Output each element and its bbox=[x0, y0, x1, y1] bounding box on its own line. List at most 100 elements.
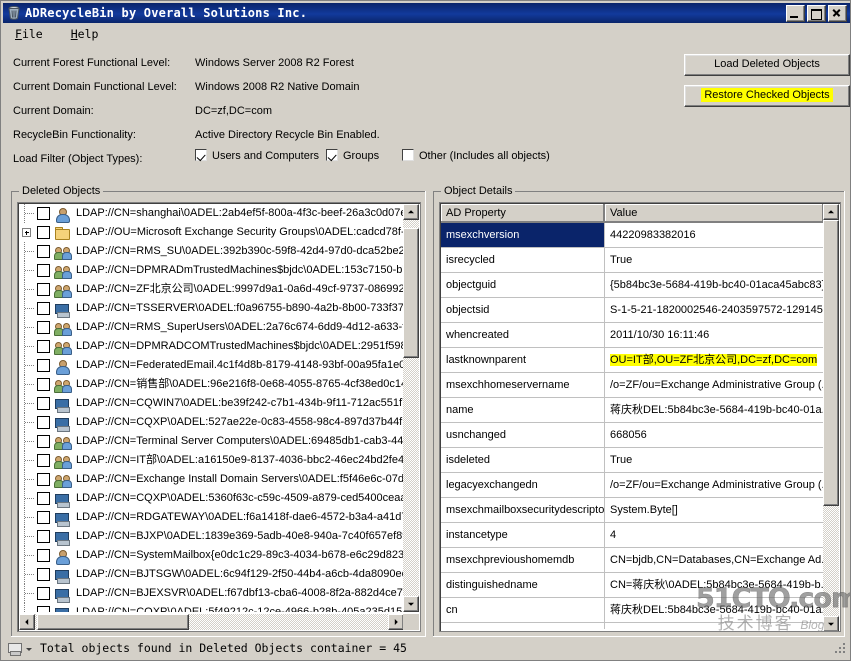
deleted-object-row[interactable]: LDAP://OU=Microsoft Exchange Security Gr… bbox=[19, 223, 404, 242]
details-scroll-up-button[interactable] bbox=[823, 204, 839, 220]
deleted-object-checkbox[interactable] bbox=[37, 530, 50, 543]
expand-toggle-icon[interactable] bbox=[21, 223, 37, 242]
deleted-object-row[interactable]: LDAP://CN=RMS_SuperUsers\0ADEL:2a76c674-… bbox=[19, 318, 404, 337]
object-detail-row[interactable]: msexchprevioushomemdb CN=bjdb,CN=Database… bbox=[441, 548, 824, 573]
deleted-object-row[interactable]: LDAP://CN=BJEXSVR\0ADEL:f67dbf13-cba6-40… bbox=[19, 584, 404, 603]
group-icon bbox=[54, 453, 72, 469]
deleted-objects-hscrollbar[interactable] bbox=[19, 614, 404, 630]
hscroll-thumb[interactable] bbox=[37, 614, 189, 630]
object-detail-row[interactable]: objectguid {5b84bc3e-5684-419b-bc40-01aca… bbox=[441, 273, 824, 298]
vscroll-thumb[interactable] bbox=[403, 228, 419, 358]
scroll-left-button[interactable] bbox=[19, 614, 35, 630]
deleted-object-path: LDAP://CN=Terminal Server Computers\0ADE… bbox=[76, 435, 404, 447]
object-details-grid[interactable]: AD Property Value msexchversion 442209833… bbox=[439, 202, 841, 632]
deleted-object-row[interactable]: LDAP://CN=DPMRADCOMTrustedMachines$bjdc\… bbox=[19, 337, 404, 356]
deleted-object-row[interactable]: LDAP://CN=CQXP\0ADEL:5f49212c-12ce-4966-… bbox=[19, 603, 404, 612]
deleted-object-checkbox[interactable] bbox=[37, 264, 50, 277]
scroll-right-button[interactable] bbox=[388, 614, 404, 630]
deleted-object-checkbox[interactable] bbox=[37, 568, 50, 581]
deleted-object-checkbox[interactable] bbox=[37, 283, 50, 296]
object-detail-row[interactable]: msexchmailboxsecuritydescriptor System.By… bbox=[441, 498, 824, 523]
deleted-object-row[interactable]: LDAP://CN=CQXP\0ADEL:5360f63c-c59c-4509-… bbox=[19, 489, 404, 508]
deleted-object-row[interactable]: LDAP://CN=shanghai\0ADEL:2ab4ef5f-800a-4… bbox=[19, 204, 404, 223]
current-domain-label: Current Domain: bbox=[13, 105, 94, 117]
checkbox-other[interactable] bbox=[402, 149, 414, 161]
object-detail-row[interactable]: msexchhomeservername/o=ZF/ou=Exchange Ad… bbox=[441, 373, 824, 398]
deleted-object-checkbox[interactable] bbox=[37, 321, 50, 334]
deleted-object-checkbox[interactable] bbox=[37, 207, 50, 220]
deleted-object-row[interactable]: LDAP://CN=RDGATEWAY\0ADEL:f6a1418f-dae6-… bbox=[19, 508, 404, 527]
deleted-object-row[interactable]: LDAP://CN=Terminal Server Computers\0ADE… bbox=[19, 432, 404, 451]
minimize-button[interactable] bbox=[786, 4, 805, 22]
filter-groups[interactable]: Groups bbox=[326, 149, 379, 165]
deleted-object-checkbox[interactable] bbox=[37, 492, 50, 505]
object-detail-row[interactable]: whencreated 2011/10/30 16:11:46 bbox=[441, 323, 824, 348]
deleted-object-checkbox[interactable] bbox=[37, 245, 50, 258]
filter-other[interactable]: Other (Includes all objects) bbox=[402, 149, 550, 165]
close-button[interactable] bbox=[828, 4, 847, 22]
deleted-object-row[interactable]: LDAP://CN=Exchange Install Domain Server… bbox=[19, 470, 404, 489]
object-detail-row[interactable]: usnchanged 668056 bbox=[441, 423, 824, 448]
maximize-button[interactable] bbox=[807, 4, 826, 22]
deleted-object-row[interactable]: LDAP://CN=CQXP\0ADEL:527ae22e-0c83-4558-… bbox=[19, 413, 404, 432]
filter-users-computers[interactable]: Users and Computers bbox=[195, 149, 319, 165]
object-detail-row[interactable]: cn 蒋庆秋DEL:5b84bc3e-5684-419b-bc40-01a... bbox=[441, 598, 824, 623]
forest-level-label: Current Forest Functional Level: bbox=[13, 57, 171, 69]
deleted-object-checkbox[interactable] bbox=[37, 416, 50, 429]
object-detail-row[interactable]: name 蒋庆秋DEL:5b84bc3e-5684-419b-bc40-01a..… bbox=[441, 398, 824, 423]
resize-grip[interactable] bbox=[835, 643, 847, 655]
checkbox-groups[interactable] bbox=[326, 149, 338, 161]
deleted-object-row[interactable]: LDAP://CN=BJTSGW\0ADEL:6c94f129-2f50-44b… bbox=[19, 565, 404, 584]
deleted-object-checkbox[interactable] bbox=[37, 549, 50, 562]
chevron-down-icon[interactable] bbox=[26, 648, 32, 651]
deleted-object-row[interactable]: LDAP://CN=BJXP\0ADEL:1839e369-5adb-40e8-… bbox=[19, 527, 404, 546]
deleted-objects-vscrollbar[interactable] bbox=[403, 204, 419, 612]
deleted-object-row[interactable]: LDAP://CN=FederatedEmail.4c1f4d8b-8179-4… bbox=[19, 356, 404, 375]
deleted-objects-viewport: LDAP://CN=shanghai\0ADEL:2ab4ef5f-800a-4… bbox=[19, 204, 404, 612]
deleted-object-row[interactable]: LDAP://CN=TSSERVER\0ADEL:f0a96755-b890-4… bbox=[19, 299, 404, 318]
load-deleted-objects-button[interactable]: Load Deleted Objects bbox=[684, 54, 850, 76]
deleted-object-checkbox[interactable] bbox=[37, 454, 50, 467]
deleted-objects-list[interactable]: LDAP://CN=shanghai\0ADEL:2ab4ef5f-800a-4… bbox=[17, 202, 421, 632]
deleted-object-checkbox[interactable] bbox=[37, 359, 50, 372]
scroll-down-button[interactable] bbox=[403, 596, 419, 612]
deleted-object-checkbox[interactable] bbox=[37, 587, 50, 600]
object-detail-row[interactable]: legacyexchangedn/o=ZF/ou=Exchange Admini… bbox=[441, 473, 824, 498]
details-scroll-down-button[interactable] bbox=[823, 616, 839, 631]
application-window: ADRecycleBin by Overall Solutions Inc. F… bbox=[0, 0, 851, 661]
object-detail-row[interactable]: isdeleted True bbox=[441, 448, 824, 473]
deleted-object-checkbox[interactable] bbox=[37, 606, 50, 612]
deleted-object-checkbox[interactable] bbox=[37, 473, 50, 486]
deleted-object-checkbox[interactable] bbox=[37, 378, 50, 391]
object-detail-row[interactable]: lastknownparent OU=IT部,OU=ZF北京公司,DC=zf,DC… bbox=[441, 348, 824, 373]
deleted-object-row[interactable]: LDAP://CN=RMS_SU\0ADEL:392b390c-59f8-42d… bbox=[19, 242, 404, 261]
object-detail-row[interactable]: isrecycled True bbox=[441, 248, 824, 273]
column-header-property[interactable]: AD Property bbox=[441, 204, 605, 223]
deleted-object-checkbox[interactable] bbox=[37, 435, 50, 448]
details-vscroll-thumb[interactable] bbox=[823, 220, 839, 506]
deleted-object-row[interactable]: LDAP://CN=IT部\0ADEL:a16150e9-8137-4036-b… bbox=[19, 451, 404, 470]
deleted-object-checkbox[interactable] bbox=[37, 397, 50, 410]
deleted-object-row[interactable]: LDAP://CN=DPMRADmTrustedMachines$bjdc\0A… bbox=[19, 261, 404, 280]
column-header-value[interactable]: Value bbox=[605, 204, 824, 223]
object-detail-row[interactable]: proxyaddressesSMTP:jqq@zf.com bbox=[441, 623, 824, 629]
object-detail-row[interactable]: objectsid S-1-5-21-1820002546-2403597572-… bbox=[441, 298, 824, 323]
deleted-object-checkbox[interactable] bbox=[37, 226, 50, 239]
deleted-object-row[interactable]: LDAP://CN=销售部\0ADEL:96e216f8-0e68-4055-8… bbox=[19, 375, 404, 394]
object-detail-row[interactable]: distinguishedname CN=蒋庆秋\0ADEL:5b84bc3e-5… bbox=[441, 573, 824, 598]
deleted-object-row[interactable]: LDAP://CN=SystemMailbox{e0dc1c29-89c3-40… bbox=[19, 546, 404, 565]
deleted-object-row[interactable]: LDAP://CN=CQWIN7\0ADEL:be39f242-c7b1-434… bbox=[19, 394, 404, 413]
deleted-object-checkbox[interactable] bbox=[37, 302, 50, 315]
deleted-object-checkbox[interactable] bbox=[37, 340, 50, 353]
scroll-up-button[interactable] bbox=[403, 204, 419, 220]
object-detail-row[interactable]: instancetype 4 bbox=[441, 523, 824, 548]
restore-checked-objects-button[interactable]: Restore Checked Objects bbox=[684, 85, 850, 107]
deleted-object-row[interactable]: LDAP://CN=ZF北京公司\0ADEL:9997d9a1-0a6d-49c… bbox=[19, 280, 404, 299]
details-vscrollbar[interactable] bbox=[823, 204, 839, 631]
menu-file[interactable]: File bbox=[13, 25, 55, 43]
object-detail-row[interactable]: msexchversion 44220983382016 bbox=[441, 223, 824, 248]
menu-help[interactable]: Help bbox=[69, 25, 111, 43]
object-detail-value: 668056 bbox=[605, 423, 824, 448]
checkbox-users-computers[interactable] bbox=[195, 149, 207, 161]
deleted-object-checkbox[interactable] bbox=[37, 511, 50, 524]
